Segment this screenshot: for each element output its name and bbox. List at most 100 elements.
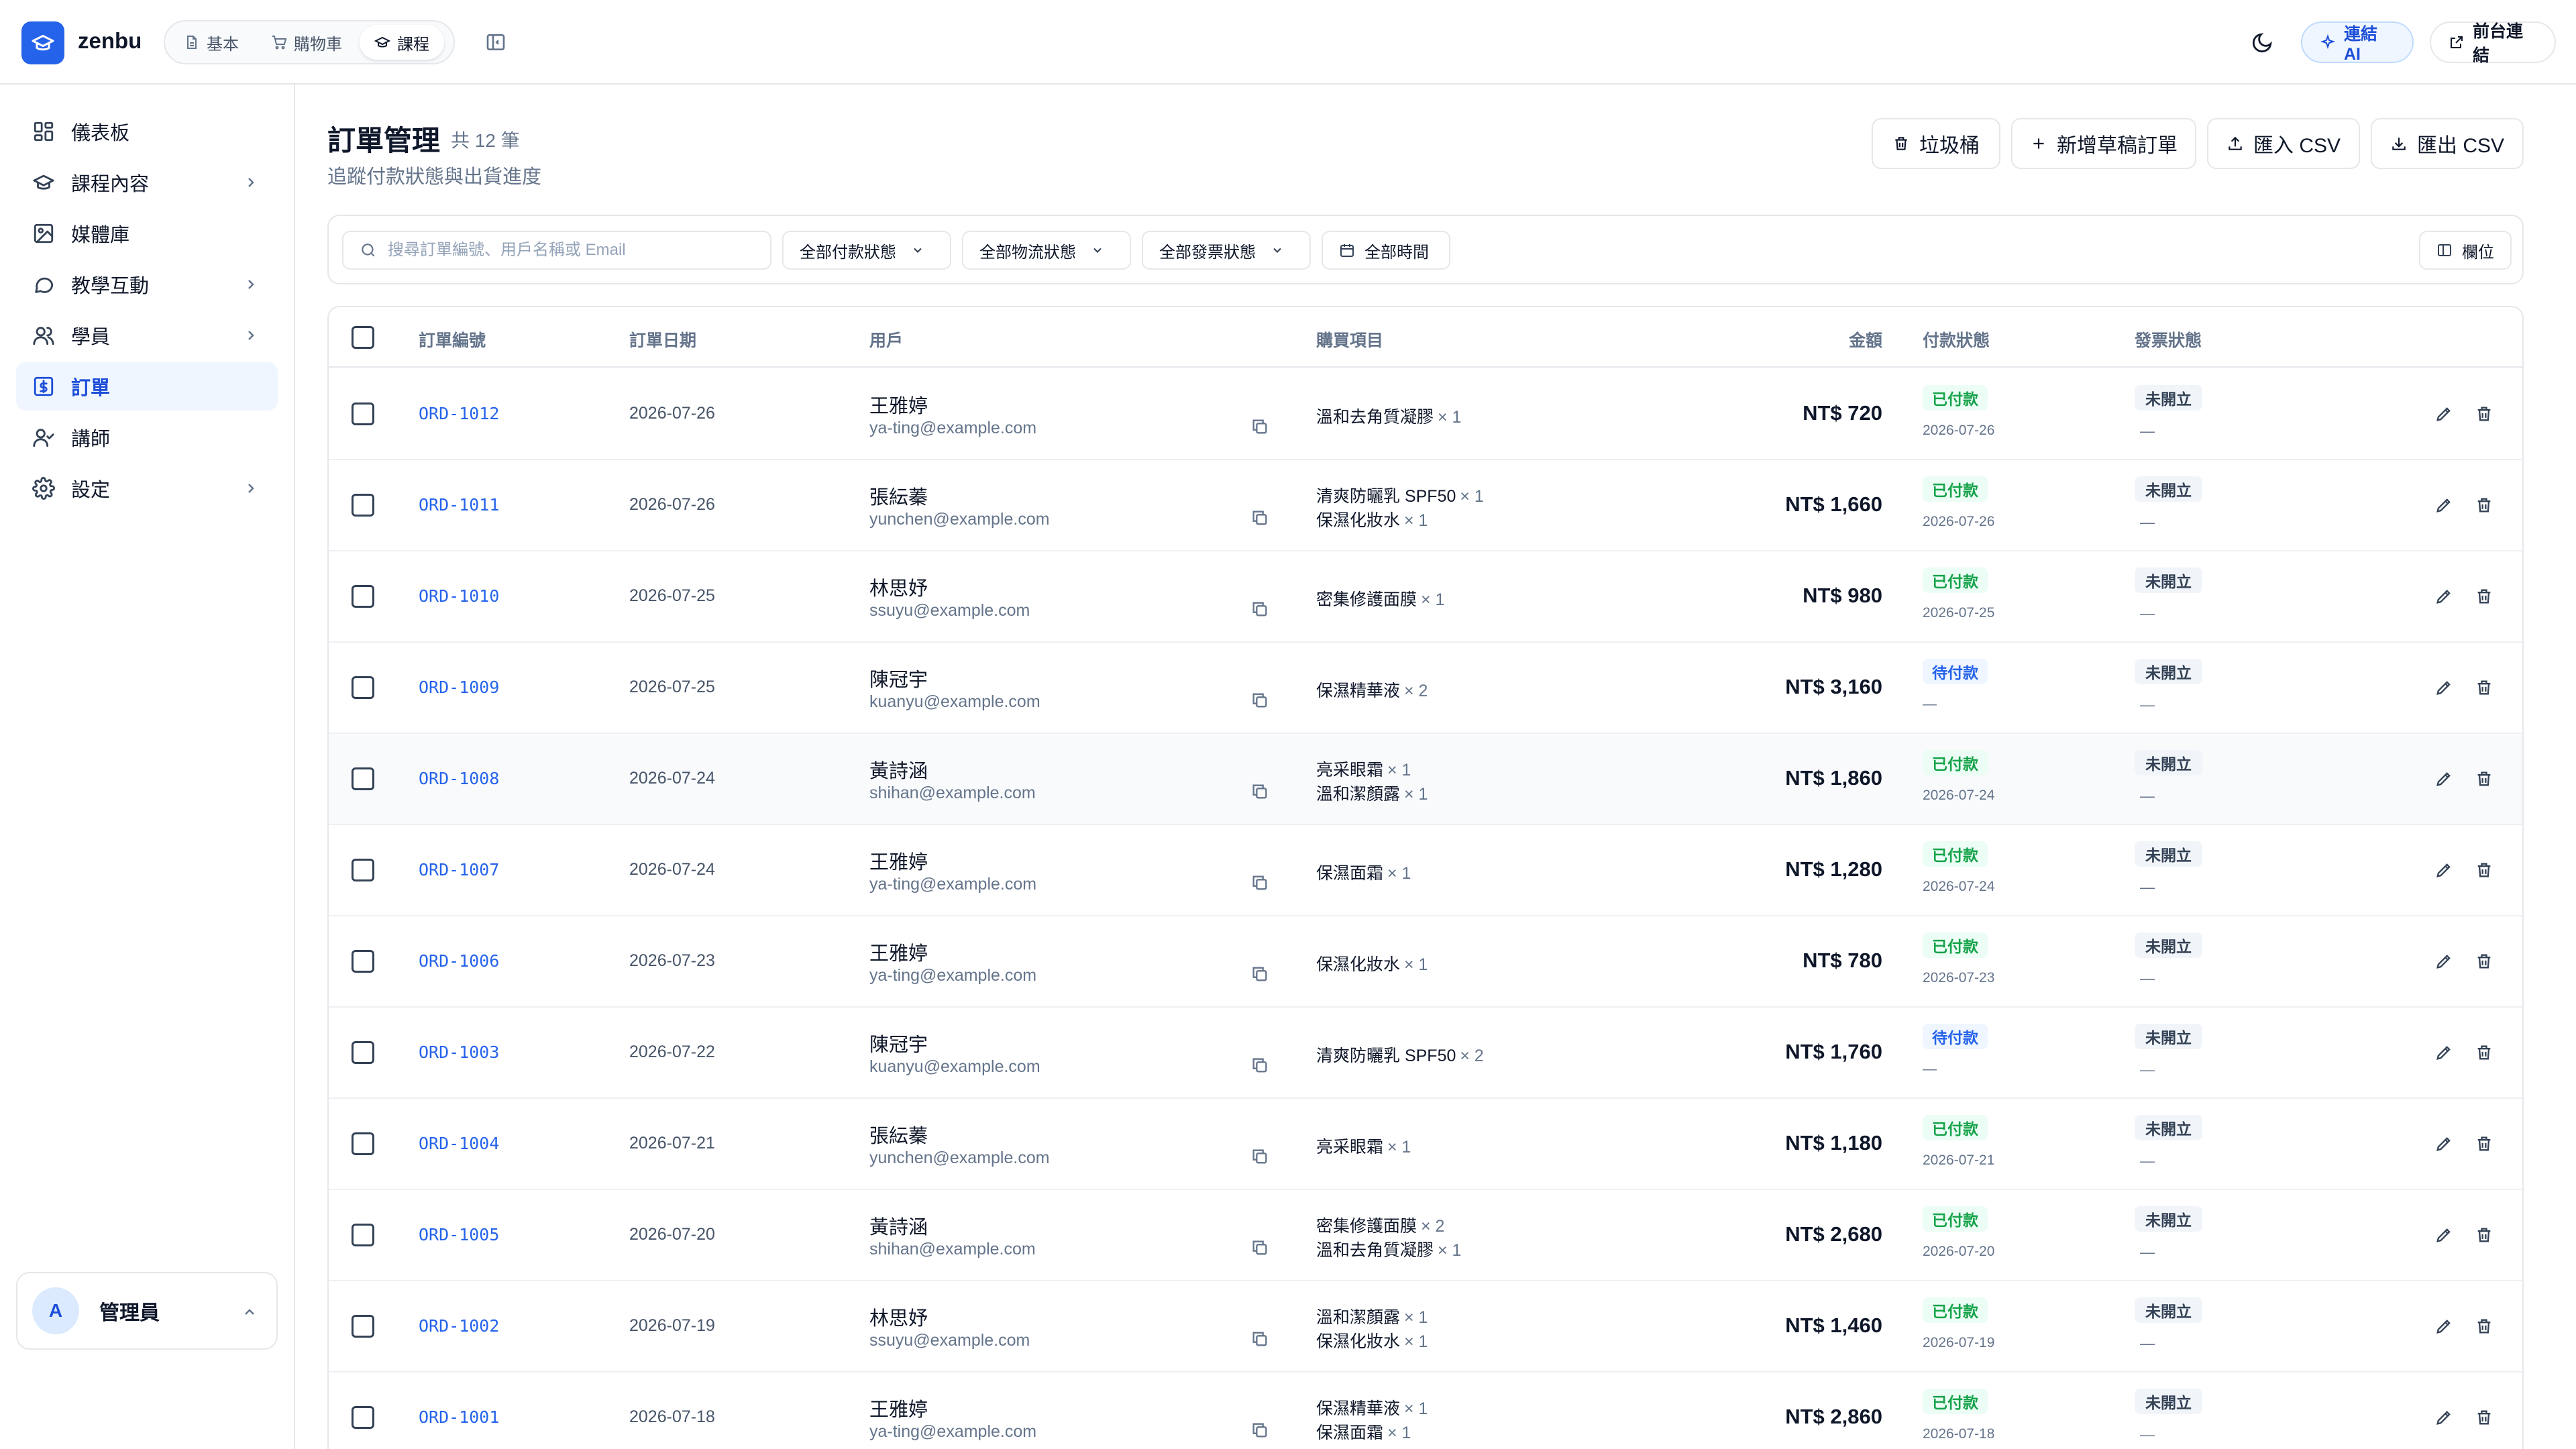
order-id-link[interactable]: ORD-1004 [419,1134,499,1153]
delete-icon[interactable] [2471,1222,2497,1248]
copy-icon[interactable] [1250,965,1272,986]
tab-cart[interactable]: 購物車 [256,25,357,60]
sidebar-item-orders[interactable]: 訂單 [16,362,278,411]
logo-icon[interactable] [21,21,64,64]
row-checkbox[interactable] [352,676,374,699]
user-menu[interactable]: A 管理員 [16,1272,278,1350]
theme-toggle-button[interactable] [2247,28,2277,58]
edit-icon[interactable] [2431,584,2457,609]
order-id-link[interactable]: ORD-1006 [419,951,499,971]
delete-icon[interactable] [2471,857,2497,883]
time-filter[interactable]: 全部時間 [1322,231,1450,270]
delete-icon[interactable] [2471,1313,2497,1339]
edit-icon[interactable] [2431,492,2457,518]
copy-icon[interactable] [1250,1238,1272,1260]
sidebar-item-settings[interactable]: 設定 [16,464,278,513]
table-row[interactable]: ORD-1010 2026-07-25 林思妤 ssuyu@example.com 密集… [329,551,2522,643]
delete-icon[interactable] [2471,1040,2497,1065]
order-id-link[interactable]: ORD-1003 [419,1042,499,1062]
row-checkbox[interactable] [352,585,374,608]
sidebar-item-instructors[interactable]: 講師 [16,413,278,462]
select-all-checkbox[interactable] [352,326,374,349]
row-checkbox[interactable] [352,1406,374,1429]
columns-button[interactable]: 欄位 [2419,231,2512,270]
copy-icon[interactable] [1250,691,1272,712]
sidebar-item-teaching-interaction[interactable]: 教學互動 [16,260,278,309]
copy-icon[interactable] [1250,1330,1272,1351]
edit-icon[interactable] [2431,857,2457,883]
edit-icon[interactable] [2431,1405,2457,1430]
copy-icon[interactable] [1250,508,1272,530]
order-id-link[interactable]: ORD-1012 [419,404,499,423]
delete-icon[interactable] [2471,766,2497,792]
delete-icon[interactable] [2471,1131,2497,1157]
table-row[interactable]: ORD-1003 2026-07-22 陳冠宇 kuanyu@example.com 清… [329,1008,2522,1099]
row-checkbox[interactable] [352,402,374,425]
table-row[interactable]: ORD-1012 2026-07-26 王雅婷 ya-ting@example.com… [329,369,2522,460]
order-id-link[interactable]: ORD-1001 [419,1407,499,1427]
header-order-id[interactable]: 訂單編號 [419,327,486,352]
header-invoice-status[interactable]: 發票狀態 [2135,327,2202,352]
row-checkbox[interactable] [352,1315,374,1338]
trash-button[interactable]: 垃圾桶 [1872,118,2000,169]
row-checkbox[interactable] [352,1132,374,1155]
order-id-link[interactable]: ORD-1007 [419,860,499,879]
table-row[interactable]: ORD-1009 2026-07-25 陳冠宇 kuanyu@example.com 保… [329,643,2522,734]
delete-icon[interactable] [2471,675,2497,700]
copy-icon[interactable] [1250,417,1272,439]
delete-icon[interactable] [2471,492,2497,518]
table-row[interactable]: ORD-1001 2026-07-18 王雅婷 ya-ting@example.com… [329,1373,2522,1449]
order-id-link[interactable]: ORD-1005 [419,1225,499,1244]
edit-icon[interactable] [2431,1313,2457,1339]
header-user[interactable]: 用戶 [869,327,903,352]
header-order-date[interactable]: 訂單日期 [629,327,696,352]
connect-ai-button[interactable]: 連結 AI [2301,21,2414,64]
sidebar-item-course-content[interactable]: 課程內容 [16,158,278,207]
frontend-link-button[interactable]: 前台連結 [2430,21,2556,65]
edit-icon[interactable] [2431,675,2457,700]
copy-icon[interactable] [1250,1056,1272,1077]
sidebar-item-dashboard[interactable]: 儀表板 [16,107,278,156]
table-row[interactable]: ORD-1002 2026-07-19 林思妤 ssuyu@example.com 溫和… [329,1281,2522,1373]
delete-icon[interactable] [2471,584,2497,609]
order-id-link[interactable]: ORD-1002 [419,1316,499,1336]
delete-icon[interactable] [2471,949,2497,974]
table-row[interactable]: ORD-1011 2026-07-26 張紜蓁 yunchen@example.com… [329,460,2522,551]
search-input[interactable] [388,241,763,260]
payment-status-filter[interactable]: 全部付款狀態 [782,231,951,270]
copy-icon[interactable] [1250,782,1272,804]
row-checkbox[interactable] [352,494,374,517]
order-id-link[interactable]: ORD-1008 [419,769,499,788]
row-checkbox[interactable] [352,950,374,973]
shipping-status-filter[interactable]: 全部物流狀態 [962,231,1131,270]
tab-basic[interactable]: 基本 [169,25,254,60]
edit-icon[interactable] [2431,1040,2457,1065]
row-checkbox[interactable] [352,1224,374,1246]
new-draft-order-button[interactable]: 新增草稿訂單 [2011,118,2196,169]
sidebar-item-students[interactable]: 學員 [16,311,278,360]
header-payment-status[interactable]: 付款狀態 [1923,327,1990,352]
row-checkbox[interactable] [352,859,374,881]
sidebar-toggle-button[interactable] [482,28,510,56]
export-csv-button[interactable]: 匯出 CSV [2371,118,2524,169]
invoice-status-filter[interactable]: 全部發票狀態 [1142,231,1311,270]
import-csv-button[interactable]: 匯入 CSV [2207,118,2360,169]
edit-icon[interactable] [2431,1222,2457,1248]
table-row[interactable]: ORD-1005 2026-07-20 黃詩涵 shihan@example.com 密… [329,1190,2522,1281]
edit-icon[interactable] [2431,949,2457,974]
row-checkbox[interactable] [352,767,374,790]
copy-icon[interactable] [1250,1147,1272,1169]
copy-icon[interactable] [1250,1421,1272,1442]
delete-icon[interactable] [2471,1405,2497,1430]
edit-icon[interactable] [2431,1131,2457,1157]
sidebar-item-media-library[interactable]: 媒體庫 [16,209,278,258]
edit-icon[interactable] [2431,401,2457,427]
table-row[interactable]: ORD-1007 2026-07-24 王雅婷 ya-ting@example.com… [329,825,2522,916]
copy-icon[interactable] [1250,873,1272,895]
header-items[interactable]: 購買項目 [1316,327,1383,352]
header-amount[interactable]: 金額 [1849,327,1882,352]
order-id-link[interactable]: ORD-1010 [419,586,499,606]
row-checkbox[interactable] [352,1041,374,1064]
delete-icon[interactable] [2471,401,2497,427]
tab-course[interactable]: 課程 [360,25,444,60]
